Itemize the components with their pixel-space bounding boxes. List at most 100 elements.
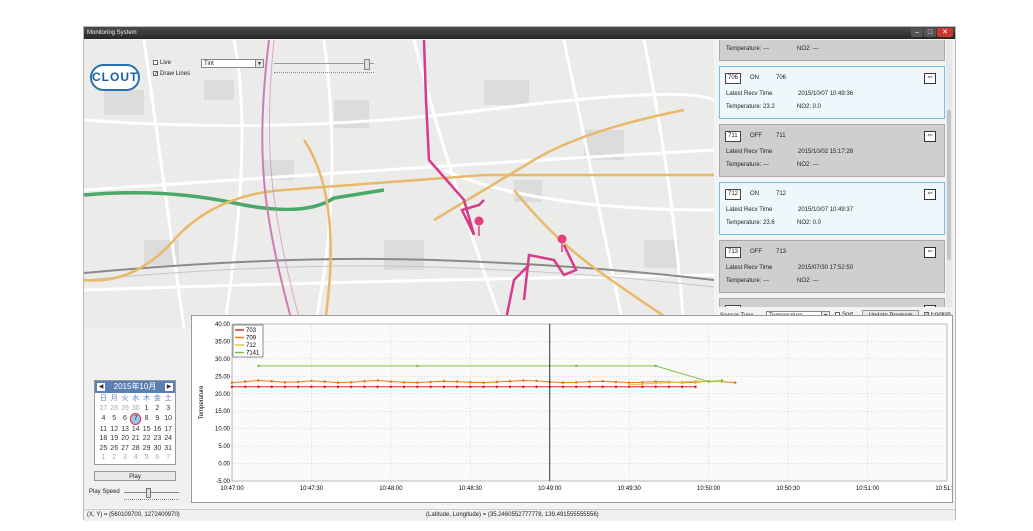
calendar-day[interactable]: 14: [130, 425, 141, 435]
draw-lines-checkbox[interactable]: ✓ Draw Lines: [153, 71, 203, 77]
scrollbar-thumb[interactable]: [947, 110, 951, 260]
sensor-card[interactable]: 706 ON 706 Latest Recv Time 2015/10/07 10:49…: [719, 66, 945, 119]
export-icon[interactable]: ⇦: [924, 73, 936, 84]
sensor-list-scrollbar[interactable]: [946, 40, 952, 307]
calendar-day[interactable]: 7: [130, 413, 142, 425]
next-month-icon[interactable]: ▶: [165, 383, 173, 391]
calendar-day[interactable]: 30: [152, 444, 163, 454]
close-button[interactable]: ✕: [937, 28, 953, 37]
calendar-day[interactable]: 19: [109, 434, 120, 444]
export-icon[interactable]: ⇦: [924, 131, 936, 142]
calendar-day[interactable]: 21: [130, 434, 141, 444]
calendar[interactable]: ◀ 2015年10月 ▶ 日月火水木金土27 28 29 30 1 2 34 5 6 7 8 9 101…: [94, 380, 176, 465]
calendar-day[interactable]: 28: [130, 444, 141, 454]
window-title: Monitoring System: [87, 30, 137, 36]
calendar-day[interactable]: 18: [98, 434, 109, 444]
calendar-day[interactable]: 29: [141, 444, 152, 454]
live-check-box[interactable]: [153, 60, 158, 65]
export-icon[interactable]: ⇦: [924, 305, 936, 307]
calendar-day[interactable]: 4: [98, 414, 109, 424]
prev-month-icon[interactable]: ◀: [97, 383, 105, 391]
sensor-id[interactable]: 711: [725, 131, 741, 142]
calendar-day[interactable]: 9: [152, 414, 163, 424]
data-point: [349, 380, 353, 384]
calendar-day[interactable]: 3: [163, 404, 174, 414]
calendar-day[interactable]: 23: [152, 434, 163, 444]
sensor-id[interactable]: 706: [725, 73, 742, 84]
calendar-day[interactable]: 28: [109, 404, 120, 414]
data-point: [283, 385, 287, 389]
calendar-day[interactable]: 1: [141, 404, 152, 414]
map-view[interactable]: CLOUT Live ✓ Draw Lines Tint ▼: [84, 40, 714, 329]
calendar-day[interactable]: 30: [130, 404, 141, 414]
data-point: [336, 381, 340, 384]
no2-value: NO2: 0.0: [797, 220, 822, 226]
data-point: [416, 364, 419, 368]
calendar-day[interactable]: 31: [163, 444, 174, 454]
calendar-day[interactable]: 10: [163, 414, 174, 424]
x-tick-label: 10:50:30: [776, 486, 800, 492]
draw-lines-check-box[interactable]: ✓: [153, 71, 158, 77]
maximize-button[interactable]: □: [924, 28, 936, 37]
data-point: [614, 385, 618, 389]
calendar-day[interactable]: 2: [152, 404, 163, 414]
calendar-day[interactable]: 1: [98, 453, 109, 463]
chevron-down-icon[interactable]: ▼: [255, 60, 263, 67]
sensor-card[interactable]: 711 OFF 711 Latest Recv Time 2015/10/02 15:1…: [719, 124, 945, 177]
calendar-day[interactable]: 16: [152, 425, 163, 435]
play-button[interactable]: Play: [94, 471, 176, 481]
calendar-day[interactable]: 20: [120, 434, 131, 444]
map-style-dropdown[interactable]: Tint ▼: [201, 59, 264, 68]
y-tick-label: 40.00: [215, 322, 231, 328]
sensor-pin[interactable]: [474, 216, 484, 226]
calendar-day[interactable]: 17: [163, 425, 174, 435]
latest-recv-label: Latest Recv Time: [726, 265, 773, 271]
export-icon[interactable]: ⇦: [924, 247, 936, 258]
data-point: [707, 380, 710, 383]
sensor-pin[interactable]: [557, 234, 567, 244]
calendar-day[interactable]: 5: [109, 414, 120, 424]
temperature-chart[interactable]: 40.00 35.00 30.00 25.00 20.00 15.00 10.00 5.00 0…: [191, 315, 959, 503]
chart-canvas[interactable]: 40.00 35.00 30.00 25.00 20.00 15.00 10.00 5.00 0…: [192, 316, 959, 502]
calendar-day[interactable]: 11: [98, 425, 109, 435]
calendar-day[interactable]: 13: [120, 425, 131, 435]
sensor-id[interactable]: 888: [725, 305, 742, 307]
sensor-id[interactable]: 712: [725, 189, 742, 200]
sensor-list[interactable]: Temperature: --- NO2: --- 706 ON 706 Latest R…: [717, 40, 952, 307]
calendar-day[interactable]: 8: [141, 414, 152, 424]
calendar-day[interactable]: 24: [163, 434, 174, 444]
map-canvas[interactable]: [84, 40, 714, 329]
calendar-day[interactable]: 15: [141, 425, 152, 435]
calendar-day[interactable]: 27: [120, 444, 131, 454]
calendar-day[interactable]: 6: [120, 414, 131, 424]
calendar-day[interactable]: 29: [120, 404, 131, 414]
calendar-day[interactable]: 25: [98, 444, 109, 454]
live-checkbox[interactable]: Live: [153, 60, 193, 66]
calendar-grid[interactable]: 日月火水木金土27 28 29 30 1 2 34 5 6 7 8 9 1011 12 13 14 15 16 17…: [98, 394, 174, 463]
calendar-day[interactable]: 22: [141, 434, 152, 444]
data-point: [469, 385, 472, 389]
calendar-day[interactable]: 2: [109, 453, 120, 463]
export-icon[interactable]: ⇦: [924, 189, 936, 200]
data-point: [230, 381, 234, 384]
calendar-day[interactable]: 5: [141, 453, 152, 463]
calendar-day[interactable]: 3: [120, 453, 131, 463]
sensor-card[interactable]: 712 ON 712 Latest Recv Time 2015/10/07 10:49…: [719, 182, 945, 235]
calendar-day[interactable]: 4: [130, 453, 141, 463]
zoom-slider-track[interactable]: [274, 63, 374, 64]
calendar-day[interactable]: 6: [152, 453, 163, 463]
sensor-card[interactable]: 888OFF????????????? N-888⇦: [719, 298, 945, 307]
minimize-button[interactable]: –: [911, 28, 923, 37]
data-point: [376, 379, 379, 382]
sensor-card[interactable]: 713 OFF 713 Latest Recv Time 2015/07/30 17:5…: [719, 240, 945, 293]
calendar-title: 2015年10月: [113, 382, 157, 391]
play-speed-track[interactable]: [124, 492, 179, 493]
data-point: [641, 382, 644, 386]
calendar-day[interactable]: 26: [109, 444, 120, 454]
sensor-card[interactable]: Temperature: --- NO2: ---: [719, 40, 945, 61]
sensor-id[interactable]: 713: [725, 247, 742, 258]
calendar-day[interactable]: 12: [109, 425, 120, 435]
data-point: [310, 379, 313, 383]
calendar-day[interactable]: 7: [163, 453, 174, 463]
calendar-day[interactable]: 27: [98, 404, 109, 414]
